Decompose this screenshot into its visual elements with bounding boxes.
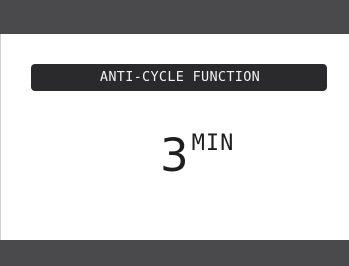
setting-value: 3 — [160, 129, 189, 182]
display-screen: ANTI-CYCLE FUNCTION 3 MIN — [0, 0, 349, 266]
screen-edge — [0, 34, 5, 240]
top-status-bar — [0, 0, 349, 34]
setting-unit: MIN — [191, 131, 235, 156]
setting-value-display: 3 MIN — [160, 128, 235, 182]
function-title: ANTI-CYCLE FUNCTION — [99, 68, 261, 85]
function-title-banner: ANTI-CYCLE FUNCTION — [31, 64, 327, 91]
bottom-status-bar — [0, 240, 349, 266]
